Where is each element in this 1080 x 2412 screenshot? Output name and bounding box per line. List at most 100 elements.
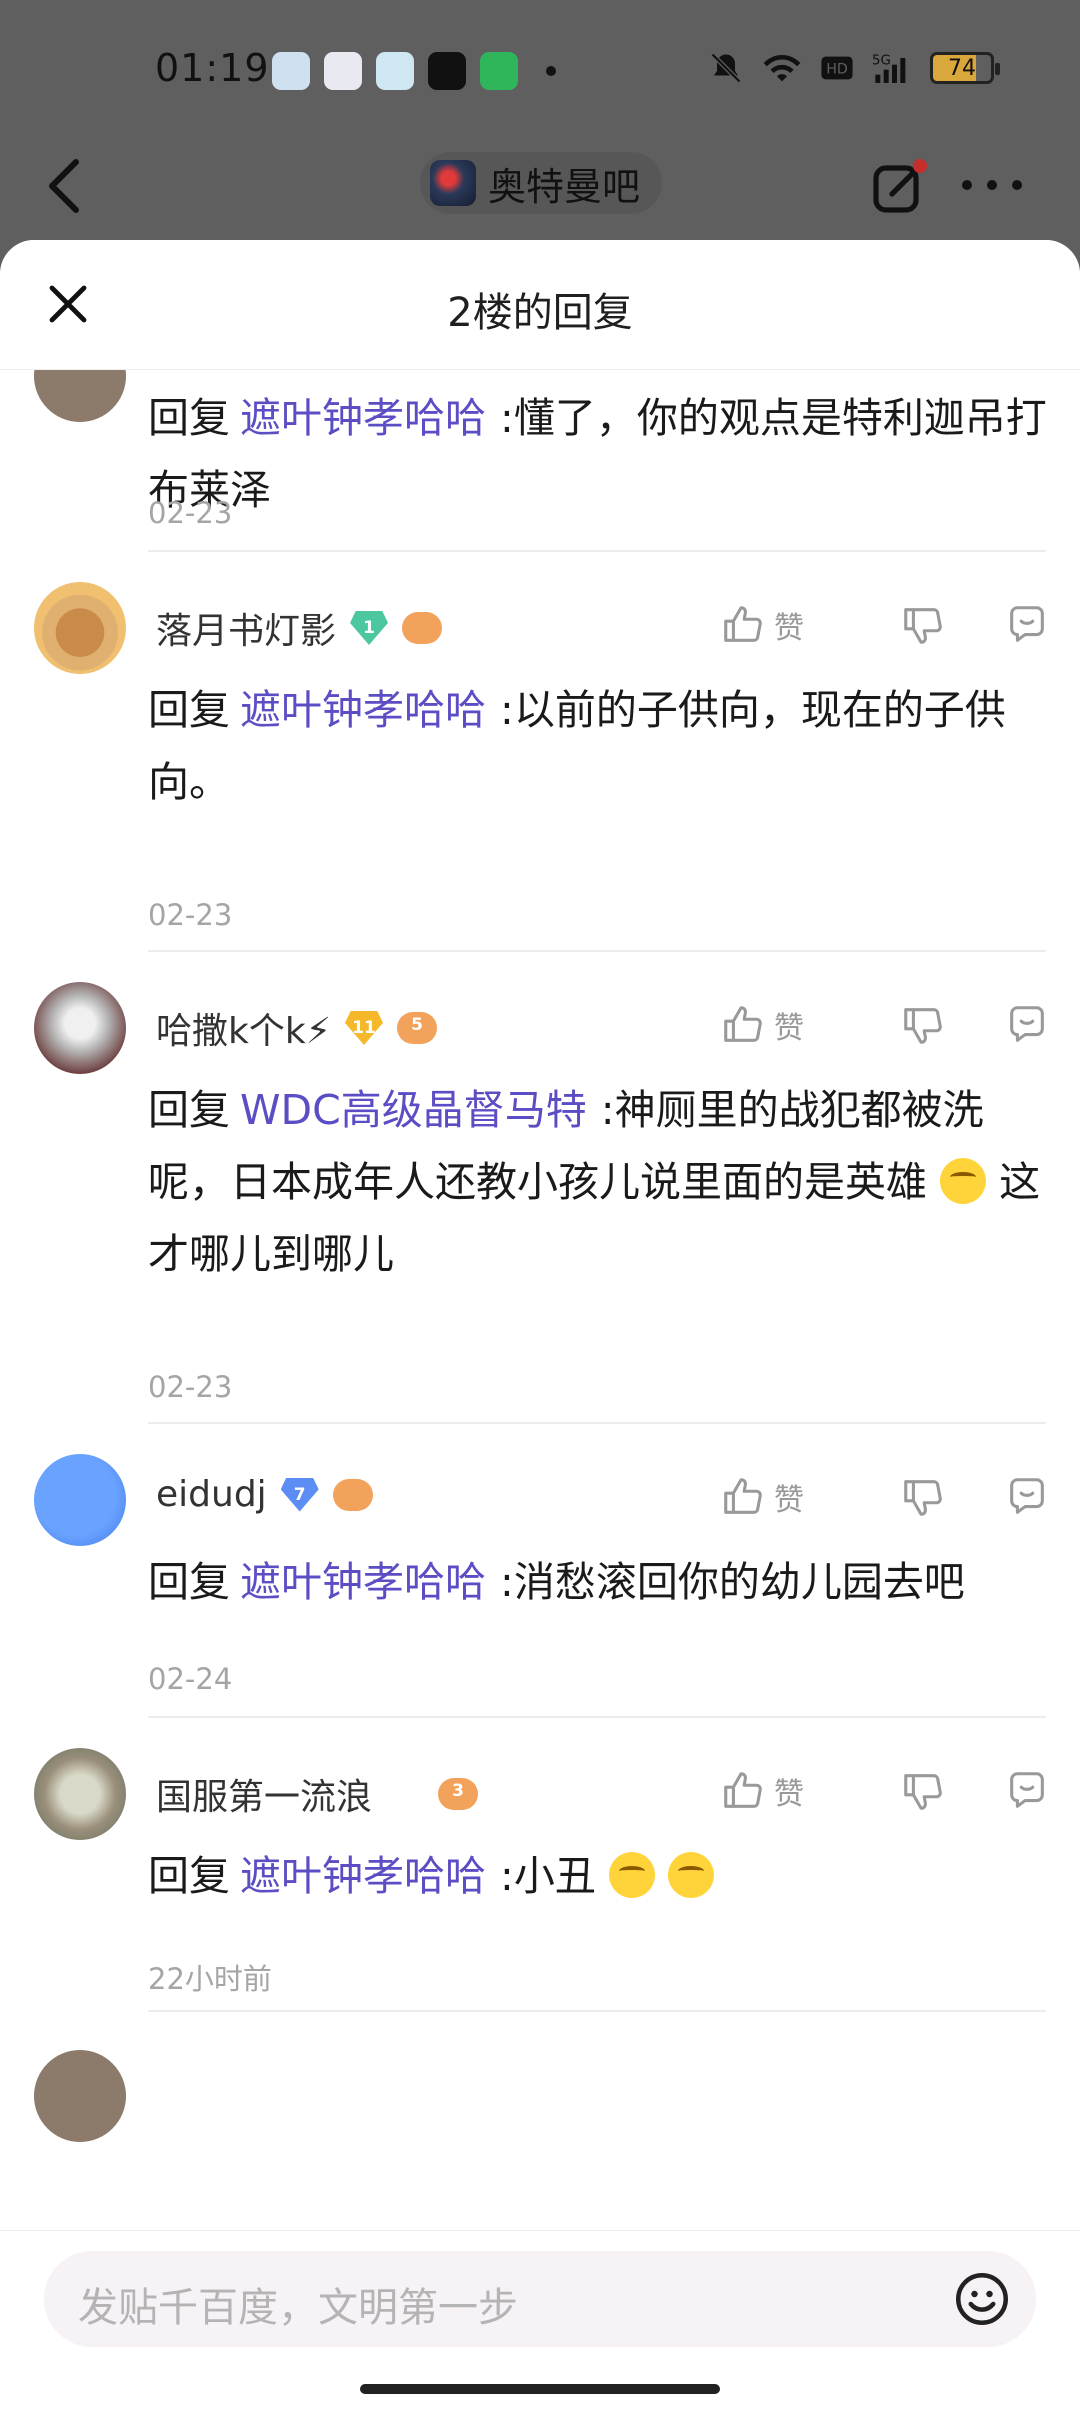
comment-user-row: 国服第一流浪 bbox=[156, 1768, 479, 1820]
forum-avatar bbox=[430, 160, 476, 206]
forum-name: 奥特曼吧 bbox=[488, 164, 641, 209]
divider bbox=[148, 1422, 1046, 1424]
replies-sheet: 2楼的回复 回复 遮叶钟孝哈哈:懂了，你的观点是特利迦吊打布莱泽 02-23 落月… bbox=[0, 240, 1080, 2412]
game-badge-icon bbox=[396, 1012, 437, 1044]
status-bar: 01:19 HD 5G 74 bbox=[0, 0, 1080, 130]
like-label: 赞 bbox=[774, 611, 804, 646]
comment-text: :小丑 bbox=[500, 1852, 596, 1900]
app-notification-icon bbox=[428, 52, 466, 90]
like-button[interactable]: 赞 bbox=[720, 1002, 860, 1048]
comment-body: 回复 WDC高级晶督马特:神厕里的战犯都被洗呢，日本成年人还教小孩儿说里面的是英雄… bbox=[148, 1074, 1048, 1290]
reply-prefix: 回复 bbox=[148, 394, 230, 442]
comment-date: 22小时前 bbox=[148, 1962, 272, 1996]
divider bbox=[148, 2010, 1046, 2012]
comment-user-row: eidudj 7 bbox=[156, 1474, 373, 1515]
reply-prefix: 回复 bbox=[148, 686, 230, 734]
reply-target-link[interactable]: 遮叶钟孝哈哈 bbox=[240, 1852, 486, 1900]
smile-emoji-icon bbox=[940, 1158, 987, 1204]
reply-target-link[interactable]: WDC高级晶督马特 bbox=[240, 1086, 587, 1134]
thumbs-down-icon[interactable] bbox=[900, 1474, 946, 1520]
home-indicator[interactable] bbox=[360, 2384, 720, 2394]
thumbs-up-icon bbox=[724, 606, 762, 642]
reply-target-link[interactable]: 遮叶钟孝哈哈 bbox=[240, 394, 486, 442]
comment-user-row: 哈撒k个k⚡ 11 bbox=[156, 1002, 437, 1054]
avatar[interactable] bbox=[34, 582, 126, 674]
app-notification-icon bbox=[324, 52, 362, 90]
like-button[interactable]: 赞 bbox=[720, 1474, 860, 1520]
reply-input-bar: 发贴千百度，文明第一步 bbox=[0, 2230, 1080, 2360]
notification-app-icons bbox=[272, 52, 518, 90]
username[interactable]: eidudj bbox=[156, 1474, 267, 1515]
comment-date: 02-23 bbox=[148, 898, 233, 932]
battery-level: 74 bbox=[948, 55, 976, 81]
game-badge-icon bbox=[438, 1778, 479, 1810]
system-icons: HD 5G 74 bbox=[708, 50, 1000, 86]
comment-date: 02-23 bbox=[148, 496, 233, 530]
wifi-icon bbox=[763, 54, 801, 82]
like-label: 赞 bbox=[774, 1011, 804, 1046]
comment-actions: 赞 bbox=[720, 1768, 1050, 1814]
comment-date: 02-23 bbox=[148, 1370, 233, 1404]
more-notifications-dot bbox=[546, 66, 556, 76]
reply-target-link[interactable]: 遮叶钟孝哈哈 bbox=[240, 1558, 486, 1606]
reply-bubble-icon[interactable] bbox=[1004, 1002, 1050, 1048]
comment-user-row: 落月书灯影 1 bbox=[156, 602, 443, 654]
username[interactable]: 国服第一流浪 bbox=[156, 1768, 372, 1820]
thumbs-down-icon[interactable] bbox=[900, 602, 946, 648]
reply-bubble-icon[interactable] bbox=[1004, 602, 1050, 648]
comment-date: 02-24 bbox=[148, 1662, 233, 1696]
reply-input-placeholder: 发贴千百度，文明第一步 bbox=[78, 2285, 518, 2331]
reply-target-link[interactable]: 遮叶钟孝哈哈 bbox=[240, 686, 486, 734]
thumbs-down-icon[interactable] bbox=[900, 1002, 946, 1048]
reply-bubble-icon[interactable] bbox=[1004, 1768, 1050, 1814]
like-button[interactable]: 赞 bbox=[720, 602, 860, 648]
thumbs-up-icon bbox=[724, 1006, 762, 1042]
forum-chip[interactable]: 奥特曼吧 bbox=[420, 152, 663, 214]
comment-body: 回复 遮叶钟孝哈哈:懂了，你的观点是特利迦吊打布莱泽 bbox=[148, 382, 1048, 526]
hd-icon: HD bbox=[821, 56, 853, 80]
reply-prefix: 回复 bbox=[148, 1558, 230, 1606]
level-badge: 7 bbox=[280, 1477, 319, 1512]
username[interactable]: 落月书灯影 bbox=[156, 602, 336, 654]
reply-bubble-icon[interactable] bbox=[1004, 1474, 1050, 1520]
comment-actions: 赞 bbox=[720, 1474, 1050, 1520]
comment-body: 回复 遮叶钟孝哈哈:小丑 bbox=[148, 1840, 1048, 1912]
thumbs-down-icon[interactable] bbox=[900, 1768, 946, 1814]
emoji-picker-icon[interactable] bbox=[952, 2269, 1012, 2329]
thumbs-up-icon bbox=[724, 1772, 762, 1808]
like-label: 赞 bbox=[774, 1483, 804, 1518]
app-notification-icon bbox=[480, 52, 518, 90]
clown-emoji-icon bbox=[608, 1852, 655, 1898]
game-badge-icon bbox=[332, 1478, 373, 1511]
comment-text: :消愁滚回你的幼儿园去吧 bbox=[500, 1558, 965, 1606]
avatar[interactable] bbox=[34, 1748, 126, 1840]
compose-icon[interactable] bbox=[868, 158, 928, 218]
divider bbox=[148, 550, 1046, 552]
svg-text:5G: 5G bbox=[872, 54, 891, 69]
divider bbox=[148, 1716, 1046, 1718]
game-badge-icon bbox=[402, 612, 443, 644]
more-options-icon[interactable] bbox=[962, 180, 1022, 196]
avatar[interactable] bbox=[34, 982, 126, 1074]
reply-input[interactable]: 发贴千百度，文明第一步 bbox=[44, 2251, 1036, 2347]
status-time: 01:19 bbox=[155, 46, 270, 90]
back-arrow-icon[interactable] bbox=[44, 158, 84, 214]
avatar[interactable] bbox=[34, 1454, 126, 1546]
like-label: 赞 bbox=[774, 1777, 804, 1812]
sheet-header: 2楼的回复 bbox=[0, 240, 1080, 370]
battery-indicator: 74 bbox=[930, 52, 1000, 84]
app-notification-icon bbox=[272, 52, 310, 90]
app-notification-icon bbox=[376, 52, 414, 90]
comment-actions: 赞 bbox=[720, 1002, 1050, 1048]
like-button[interactable]: 赞 bbox=[720, 1768, 860, 1814]
level-badge: 11 bbox=[344, 1011, 383, 1045]
svg-text:HD: HD bbox=[826, 62, 848, 78]
sheet-title: 2楼的回复 bbox=[447, 290, 633, 336]
reply-prefix: 回复 bbox=[148, 1086, 230, 1134]
comment-actions: 赞 bbox=[720, 602, 1050, 648]
username[interactable]: 哈撒k个k⚡ bbox=[156, 1002, 331, 1054]
divider bbox=[148, 950, 1046, 952]
thumbs-up-icon bbox=[724, 1478, 762, 1514]
avatar[interactable] bbox=[34, 2050, 126, 2142]
signal-icon: 5G bbox=[872, 54, 906, 83]
